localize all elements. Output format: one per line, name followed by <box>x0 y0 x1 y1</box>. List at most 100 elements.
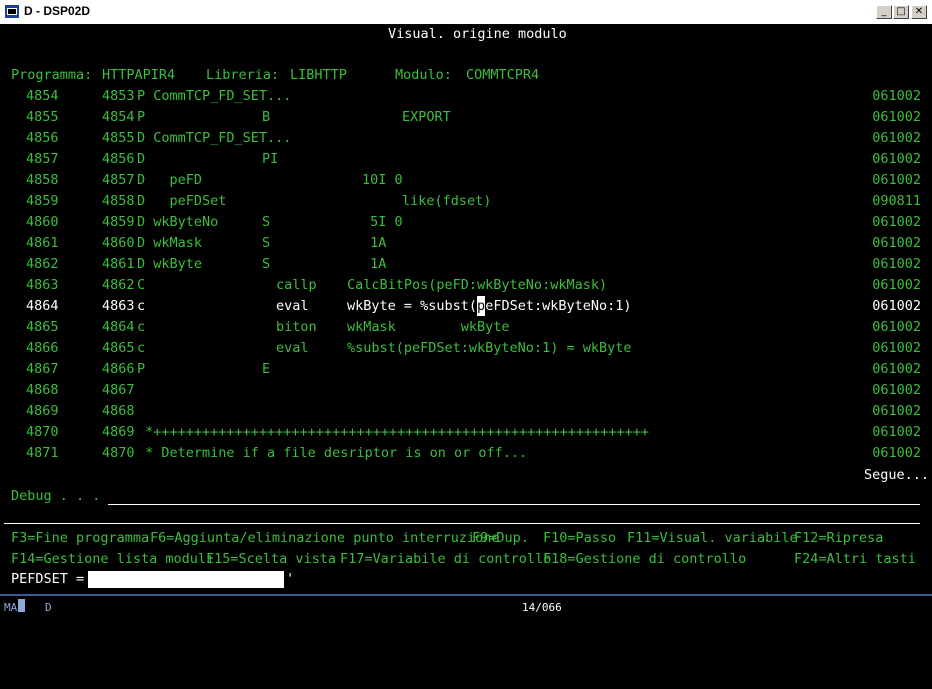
minimize-button[interactable]: _ <box>876 5 892 19</box>
change-date: 061002 <box>872 298 921 314</box>
source-line[interactable]: 4855 4854 P B EXPORT 061002 <box>0 107 932 127</box>
change-date: 061002 <box>872 88 921 104</box>
result-close-quote: ' <box>286 571 295 587</box>
field-col-1: E <box>262 361 271 377</box>
spec-text: D peFDSet <box>137 193 227 209</box>
line-number: 4854 <box>26 88 59 104</box>
fkey-f17[interactable]: F17=Variabile di controllo <box>340 549 551 569</box>
libreria-label: Libreria: <box>206 67 280 83</box>
screen-title: Visual. origine modulo <box>388 26 567 42</box>
change-date: 061002 <box>872 424 921 440</box>
source-line[interactable]: 4863 4862 Ccallp CalcBitPos(peFD:wkByteNo:w… <box>0 275 932 295</box>
source-line[interactable]: 4870 4869 *++++++++++++++++++++++++++++++… <box>0 422 932 442</box>
line-number: 4870 <box>26 424 59 440</box>
line-number: 4857 <box>26 151 59 167</box>
spec-text: P CommTCP_FD_SET... <box>137 88 292 104</box>
fkey-f24[interactable]: F24=Altri tasti <box>794 549 916 569</box>
modulo-label: Modulo: <box>395 67 452 83</box>
sequence-number: 4853 <box>102 88 135 104</box>
sequence-number: 4867 <box>102 382 135 398</box>
line-number: 4871 <box>26 445 59 461</box>
spec-text: c <box>137 340 146 356</box>
fkey-f6[interactable]: F6=Aggiunta/eliminazione punto interruzi… <box>150 528 500 548</box>
fkey-f11[interactable]: F11=Visual. variabile <box>627 528 798 548</box>
source-line[interactable]: 4866 4865 c eval %subst(peFDSet:wkByteNo:1) … <box>0 338 932 358</box>
fkey-f3[interactable]: F3=Fine programma <box>11 528 149 548</box>
result-value-field[interactable] <box>88 571 284 588</box>
fkey-f10[interactable]: F10=Passo <box>543 528 616 548</box>
line-number: 4865 <box>26 319 59 335</box>
debug-label: Debug . . . <box>11 488 101 504</box>
line-number: 4867 <box>26 361 59 377</box>
source-line[interactable]: 4862 4861 D wkByte S 1A 061002 <box>0 254 932 274</box>
sequence-number: 4858 <box>102 193 135 209</box>
source-line[interactable]: 4856 4855 D CommTCP_FD_SET... 061002 <box>0 128 932 148</box>
source-line[interactable]: 4865 4864 c biton wkMask wkByte 061002 <box>0 317 932 337</box>
change-date: 061002 <box>872 109 921 125</box>
field-col-1: S <box>262 235 271 251</box>
change-date: 090811 <box>872 193 921 209</box>
sequence-number: 4855 <box>102 130 135 146</box>
fkey-f15[interactable]: F15=Scelta vista <box>206 549 336 569</box>
line-number: 4869 <box>26 403 59 419</box>
fkey-f12[interactable]: F12=Ripresa <box>794 528 883 548</box>
status-session: D <box>45 601 52 614</box>
spec-text: D <box>137 151 146 167</box>
source-line[interactable]: 4854 4853 P CommTCP_FD_SET... 061002 <box>0 86 932 106</box>
libreria-value: LIBHTTP <box>290 67 347 83</box>
sequence-number: 4854 <box>102 109 135 125</box>
sequence-number: 4864 <box>102 319 135 335</box>
source-line[interactable]: 4857 4856 D PI 061002 <box>0 149 932 169</box>
sequence-number: 4857 <box>102 172 135 188</box>
line-number: 4863 <box>26 277 59 293</box>
field-col-2: 5I 0 <box>362 214 403 230</box>
sequence-number: 4869 <box>102 424 135 440</box>
fkey-f9[interactable]: F9=Dup. <box>472 528 529 548</box>
source-line[interactable]: 4867 4866 P E 061002 <box>0 359 932 379</box>
field-col-2: 1A <box>362 235 387 251</box>
source-line[interactable]: 4858 4857 D peFD 10I 0 061002 <box>0 170 932 190</box>
line-number: 4862 <box>26 256 59 272</box>
expression: wkByte = %subst(peFDSet:wkByteNo:1) <box>347 296 632 316</box>
source-line[interactable]: 4860 4859 D wkByteNo S 5I 0 061002 <box>0 212 932 232</box>
field-col-1: B <box>262 109 271 125</box>
change-date: 061002 <box>872 151 921 167</box>
debug-input-line[interactable] <box>108 504 920 505</box>
sequence-number: 4866 <box>102 361 135 377</box>
source-line[interactable]: 4861 4860 D wkMask S 1A 061002 <box>0 233 932 253</box>
fkey-f14[interactable]: F14=Gestione lista moduli <box>11 549 214 569</box>
opcode: eval <box>276 340 309 356</box>
line-number: 4864 <box>26 298 59 314</box>
fkey-f18[interactable]: F18=Gestione di controllo <box>543 549 746 569</box>
sequence-number: 4863 <box>102 298 135 314</box>
terminal-screen[interactable]: Visual. origine modulo Programma: HTTPAP… <box>0 24 932 594</box>
more-indicator: Segue... <box>864 467 930 483</box>
maximize-button[interactable]: □ <box>893 5 909 19</box>
line-number: 4866 <box>26 340 59 356</box>
spec-text: C <box>137 277 146 293</box>
programma-label: Programma: <box>11 67 93 83</box>
source-line[interactable]: 4864 4863 c eval wkByte = %subst(peFDSet:wkB… <box>0 296 932 316</box>
opcode: callp <box>276 277 317 293</box>
change-date: 061002 <box>872 319 921 335</box>
source-line[interactable]: 4868 4867 061002 <box>0 380 932 400</box>
opcode: biton <box>276 319 317 335</box>
expression: wkMask wkByte <box>347 319 510 335</box>
source-line[interactable]: 4869 4868 061002 <box>0 401 932 421</box>
change-date: 061002 <box>872 130 921 146</box>
spec-text: * Determine if a file desriptor is on or… <box>137 445 528 461</box>
spec-text: D peFD <box>137 172 203 188</box>
source-line[interactable]: 4859 4858 D peFDSet like(fdset) 090811 <box>0 191 932 211</box>
sequence-number: 4859 <box>102 214 135 230</box>
source-line[interactable]: 4871 4870 * Determine if a file desriptor… <box>0 443 932 463</box>
sequence-number: 4870 <box>102 445 135 461</box>
spec-text: D CommTCP_FD_SET... <box>137 130 292 146</box>
field-col-3: EXPORT <box>402 109 451 125</box>
line-number: 4860 <box>26 214 59 230</box>
emulator-window: D - DSP02D _ □ ✕ Visual. origine modulo … <box>0 0 932 621</box>
sequence-number: 4868 <box>102 403 135 419</box>
sequence-number: 4862 <box>102 277 135 293</box>
close-button[interactable]: ✕ <box>911 5 927 19</box>
spec-text: D wkByte <box>137 256 203 272</box>
more-indicator-row: Segue... <box>0 465 932 485</box>
